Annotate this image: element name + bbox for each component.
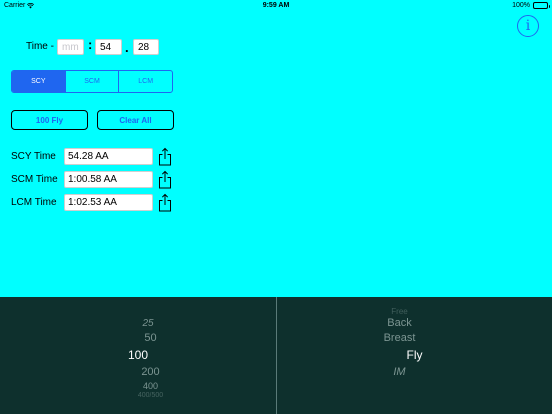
minutes-input[interactable]: mm: [57, 39, 84, 55]
segment-scy[interactable]: SCY: [12, 71, 66, 92]
time-label: Time -: [26, 41, 54, 52]
scy-time-label: SCY Time: [11, 151, 56, 162]
course-selector: SCY SCM LCM: [11, 70, 173, 93]
dot-separator: .: [125, 40, 129, 55]
distance-wheel[interactable]: 25 50 100 200 400 400/500: [0, 297, 276, 414]
picker-option-distance[interactable]: 25: [20, 318, 276, 329]
status-bar: Carrier 9:59 AM 100%: [0, 0, 552, 12]
battery-percent: 100%: [512, 2, 530, 9]
battery-icon: [533, 2, 550, 9]
scm-time-field[interactable]: 1:00.58 AA: [64, 171, 153, 188]
picker-selected-stroke[interactable]: Fly: [277, 348, 552, 362]
hundredths-input[interactable]: 28: [133, 39, 159, 55]
colon-separator: :: [88, 37, 93, 52]
picker-option-stroke[interactable]: Back: [247, 317, 552, 329]
picker-option-stroke[interactable]: Free: [247, 307, 552, 316]
event-button[interactable]: 100 Fly: [11, 110, 88, 130]
picker-selected-distance[interactable]: 100: [0, 348, 276, 362]
info-icon: i: [525, 18, 531, 34]
event-picker[interactable]: 25 50 100 200 400 400/500 Free Back Brea…: [0, 297, 552, 414]
picker-option-distance[interactable]: 400: [25, 381, 276, 391]
lcm-time-field[interactable]: 1:02.53 AA: [64, 194, 153, 211]
picker-option-distance[interactable]: 400/500: [25, 392, 276, 399]
lcm-time-label: LCM Time: [11, 197, 57, 208]
share-icon[interactable]: [158, 170, 172, 189]
info-button[interactable]: i: [517, 15, 539, 37]
picker-option-distance[interactable]: 200: [25, 366, 276, 378]
picker-option-distance[interactable]: 50: [25, 332, 276, 344]
stroke-wheel[interactable]: Free Back Breast Fly IM: [277, 297, 552, 414]
picker-option-stroke[interactable]: IM: [247, 366, 552, 378]
clear-all-button[interactable]: Clear All: [97, 110, 174, 130]
picker-option-stroke[interactable]: Breast: [247, 332, 552, 344]
share-icon[interactable]: [158, 193, 172, 212]
status-right: 100%: [512, 2, 550, 9]
status-time: 9:59 AM: [262, 2, 290, 9]
scm-time-label: SCM Time: [11, 174, 58, 185]
segment-lcm[interactable]: LCM: [119, 71, 172, 92]
segment-scm[interactable]: SCM: [66, 71, 120, 92]
scy-time-field[interactable]: 54.28 AA: [64, 148, 153, 165]
share-icon[interactable]: [158, 147, 172, 166]
seconds-input[interactable]: 54: [95, 39, 122, 55]
